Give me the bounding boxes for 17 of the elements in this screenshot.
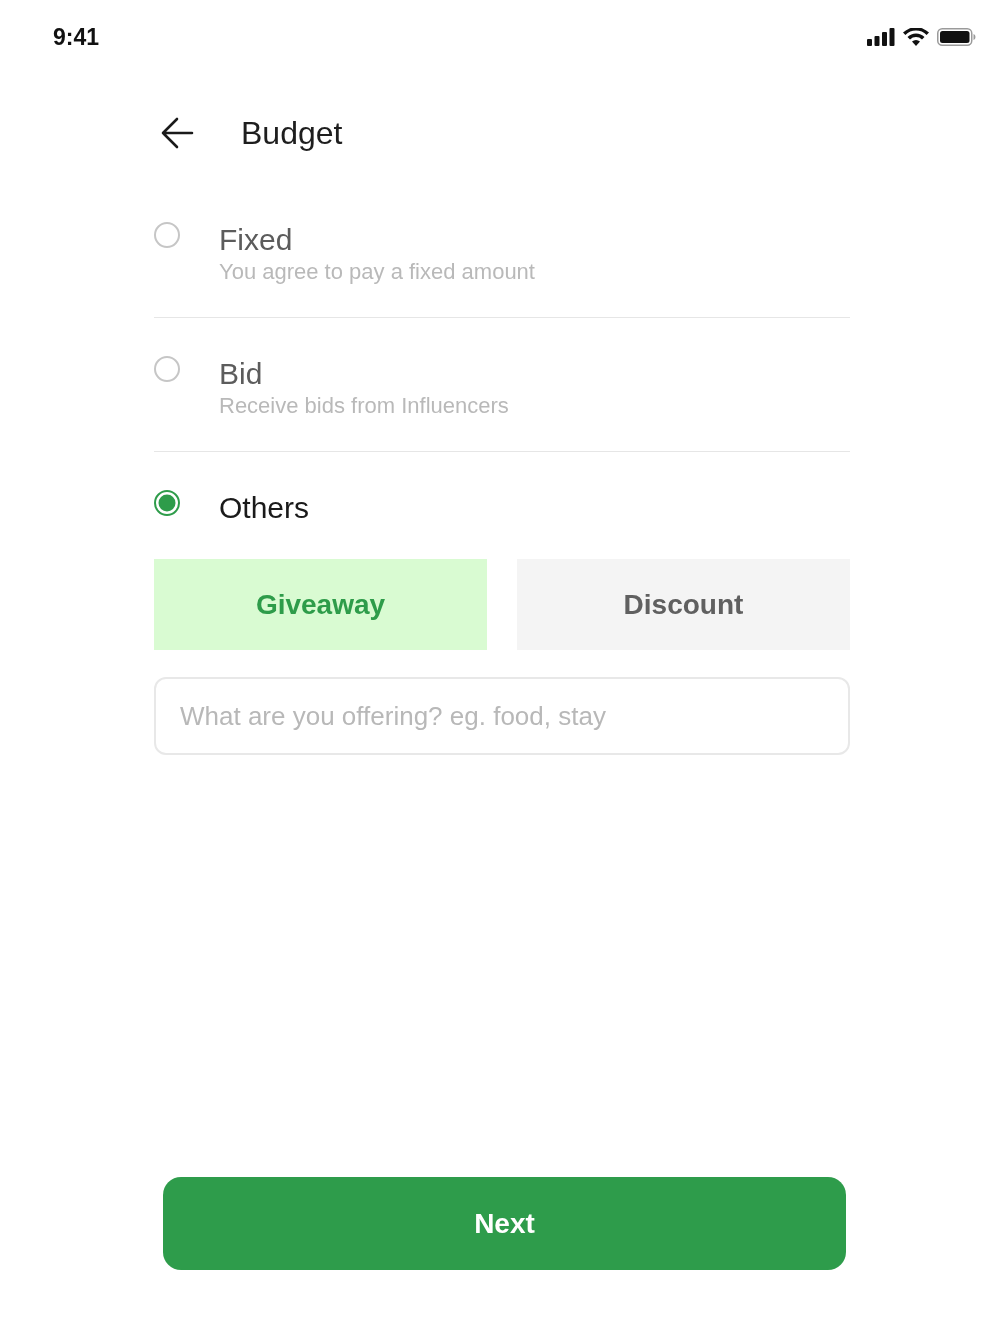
radio-icon[interactable] [154,222,180,248]
page-title: Budget [241,114,343,153]
option-description: You agree to pay a fixed amount [219,258,535,286]
option-title[interactable]: Others [219,490,310,526]
radio-icon[interactable] [154,356,180,382]
option-title[interactable]: Bid [219,356,509,392]
wifi-icon [903,28,929,46]
offer-type-button[interactable]: Discount [517,559,850,650]
status-time: 9:41 [53,22,100,52]
option-description: Receive bids from Influencers [219,392,509,420]
offer-input-field[interactable]: What are you offering? eg. food, stay [154,677,850,755]
battery-icon [937,28,976,46]
signal-icon [867,28,895,46]
next-button[interactable]: Next [163,1177,846,1270]
option-title[interactable]: Fixed [219,222,535,258]
radio-selected-icon[interactable] [154,490,180,516]
back-arrow-icon[interactable] [160,117,194,149]
